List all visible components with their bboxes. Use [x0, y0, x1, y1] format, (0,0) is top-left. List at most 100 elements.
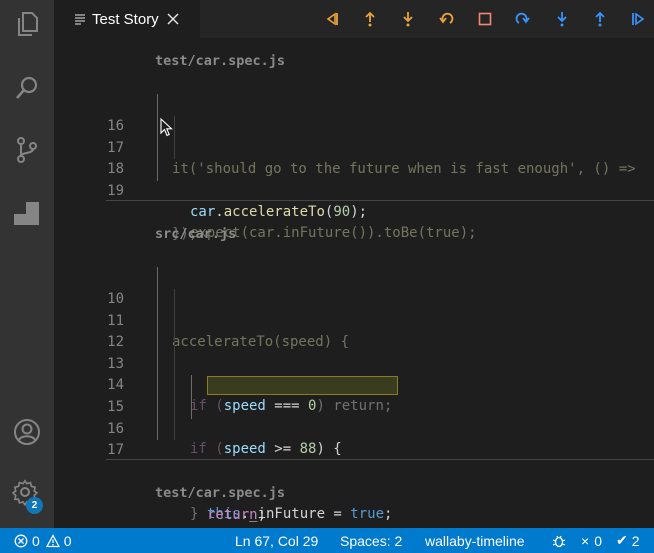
- indent-guide: [157, 418, 158, 440]
- code-line[interactable]: 10 accelerateTo(speed) {: [54, 267, 654, 350]
- indent-guide: [157, 289, 158, 311]
- feedback-button[interactable]: [552, 528, 570, 553]
- error-icon: [14, 534, 28, 547]
- x-icon: ×: [581, 532, 590, 549]
- code-line[interactable]: 14 if (speed >= 88) {: [54, 353, 654, 457]
- indent-guide: [157, 94, 158, 116]
- indent-guide: [157, 137, 158, 159]
- stop-button[interactable]: [471, 6, 499, 32]
- indent-guide: [191, 397, 192, 419]
- file-header[interactable]: src/car.js: [155, 226, 236, 242]
- accounts-button[interactable]: [0, 408, 54, 456]
- search-button[interactable]: [0, 64, 54, 112]
- continue-icon: [632, 12, 645, 26]
- indent-guide: [174, 353, 175, 375]
- step-into-back-button[interactable]: [394, 6, 422, 32]
- check-icon: ✔: [616, 532, 628, 548]
- indent-guide: [157, 332, 158, 354]
- search-icon: [16, 76, 38, 99]
- wallaby-mode[interactable]: wallaby-timeline: [425, 528, 525, 553]
- preview-icon: [75, 14, 85, 25]
- settings-badge: 2: [26, 497, 43, 514]
- source-control-button[interactable]: [0, 126, 54, 174]
- warning-icon: [45, 533, 60, 547]
- indent-guide: [157, 159, 158, 181]
- account-icon: [14, 419, 40, 445]
- code-text: car.accelerateTo(90);: [190, 204, 368, 220]
- code-line[interactable]: 17 }: [54, 418, 654, 522]
- tab-title: Test Story: [92, 10, 159, 28]
- step-out-back-button[interactable]: [356, 6, 384, 32]
- indent-guide: [174, 310, 175, 332]
- wallaby-icon: [14, 202, 39, 225]
- failing-count: 0: [594, 532, 602, 549]
- arrow-up-icon: [595, 11, 605, 27]
- file-header[interactable]: test/car.spec.js: [155, 53, 285, 69]
- code-line-current[interactable]: 15 this._inFuture = true;: [54, 375, 654, 522]
- activity-bar: 2: [0, 0, 54, 528]
- redo-icon: [515, 12, 530, 24]
- passing-tests[interactable]: ✔ 2: [616, 528, 640, 553]
- passing-count: 2: [631, 532, 640, 549]
- continue-button[interactable]: [624, 6, 652, 32]
- close-tab-button[interactable]: [166, 12, 180, 26]
- editor[interactable]: test/car.spec.js 16 it('should go to the…: [54, 38, 654, 528]
- indent-guide: [157, 116, 158, 138]
- step-back-button[interactable]: [432, 6, 460, 32]
- indent-guide: [157, 353, 158, 375]
- code-line[interactable]: 13: [54, 332, 654, 372]
- indent-guide: [157, 397, 158, 419]
- problems-indicator[interactable]: 0 0: [14, 528, 72, 553]
- code-text: }: [190, 506, 199, 522]
- arrow-down-icon: [557, 12, 567, 27]
- warning-count: 0: [63, 532, 72, 549]
- explorer-button[interactable]: [0, 0, 54, 48]
- step-over-button[interactable]: [509, 6, 537, 32]
- manage-button[interactable]: 2: [0, 470, 54, 518]
- file-header[interactable]: test/car.spec.js: [155, 485, 285, 501]
- indent-guide: [174, 397, 175, 419]
- arrow-up-icon: [365, 11, 375, 27]
- indent-guide: [157, 267, 158, 289]
- cursor-position[interactable]: Ln 67, Col 29: [235, 528, 318, 553]
- code-text: if (speed >= 88) {: [190, 441, 342, 457]
- line-number: 19: [107, 182, 124, 199]
- debug-toolbar: [316, 6, 654, 32]
- code-line[interactable]: 18 expect(car.inFuture()).toBe(true);: [54, 137, 654, 241]
- stop-icon: [478, 12, 492, 26]
- code-line[interactable]: 19 });: [54, 159, 654, 242]
- indent-guide: [174, 289, 175, 311]
- indentation[interactable]: Spaces: 2: [340, 528, 402, 553]
- step-out-button[interactable]: [586, 6, 614, 32]
- step-into-button[interactable]: [548, 6, 576, 32]
- step-back-start-icon: [326, 12, 338, 26]
- line-number: 17: [107, 441, 124, 458]
- section-divider: [106, 459, 654, 460]
- tab-test-story[interactable]: Test Story: [54, 0, 200, 38]
- status-bar: 0 0 Ln 67, Col 29 Spaces: 2 wallaby-time…: [0, 528, 654, 553]
- indent-guide: [174, 137, 175, 159]
- arrow-down-icon: [403, 12, 413, 27]
- bug-icon: [552, 535, 566, 547]
- source-control-icon: [17, 137, 37, 163]
- code-line[interactable]: 16 it('should go to the future when is f…: [54, 94, 654, 177]
- code-line[interactable]: 17 car.accelerateTo(90);: [54, 116, 654, 220]
- failing-tests[interactable]: × 0: [581, 528, 602, 553]
- code-text: return;: [207, 506, 267, 523]
- error-count: 0: [32, 532, 40, 549]
- wallaby-button[interactable]: [0, 189, 54, 237]
- indent-guide: [174, 375, 175, 397]
- undo-icon: [439, 12, 454, 24]
- code-line[interactable]: 12 if (speed === 0) return;: [54, 310, 654, 414]
- code-line[interactable]: 16 return;: [54, 397, 654, 523]
- indent-guide: [191, 375, 192, 397]
- code-line[interactable]: 11: [54, 289, 654, 329]
- indent-guide: [157, 310, 158, 332]
- indent-guide: [174, 418, 175, 440]
- mouse-pointer-icon: [160, 118, 173, 137]
- indent-guide: [157, 375, 158, 397]
- indent-guide: [174, 116, 175, 138]
- step-back-to-start-button[interactable]: [318, 6, 346, 32]
- execution-highlight: [207, 376, 398, 395]
- files-icon: [18, 12, 38, 36]
